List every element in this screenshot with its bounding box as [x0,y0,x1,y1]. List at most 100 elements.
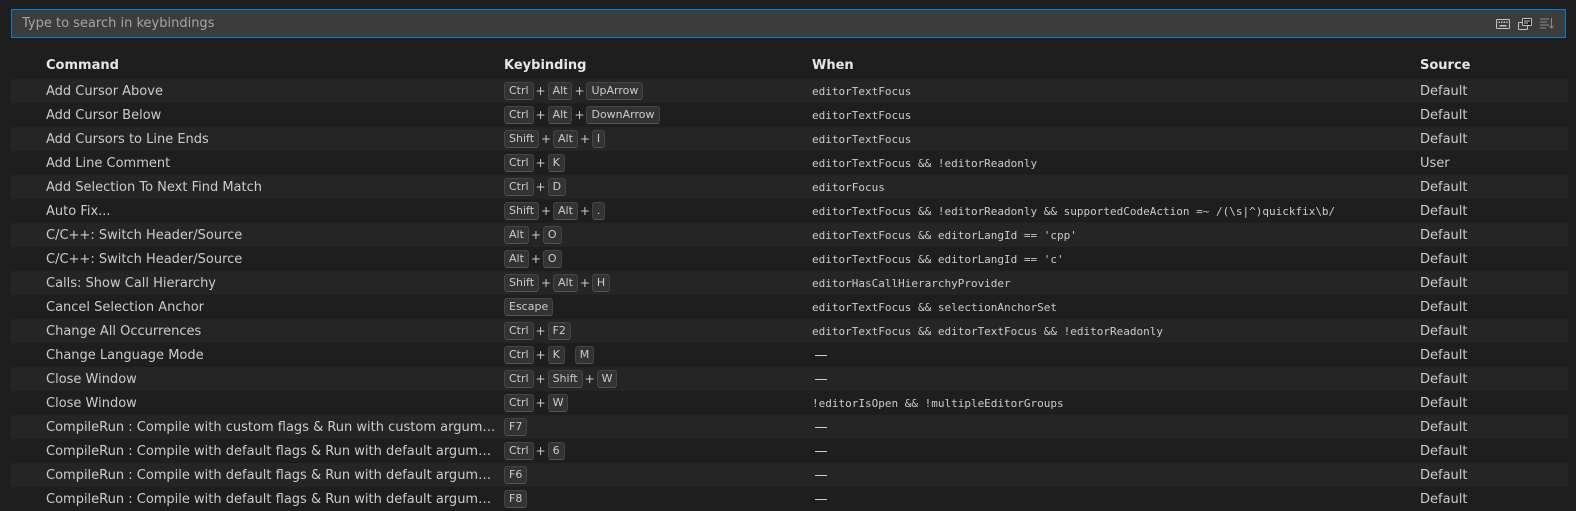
keybinding-cell[interactable]: Alt + O [504,226,804,244]
table-row[interactable]: CompileRun : Compile with default flags … [11,439,1568,463]
table-row[interactable]: Change Language Mode Ctrl + K M Default [11,343,1568,367]
source-label: Default [1420,131,1468,147]
table-row[interactable]: Calls: Show Call Hierarchy Shift + Alt + Hedi… [11,271,1568,295]
key-plus: + [574,84,585,98]
keybinding-cell[interactable]: F8 [504,490,804,508]
key-plus: + [579,276,590,290]
table-row[interactable]: CompileRun : Compile with default flags … [11,463,1568,487]
when-clause[interactable]: editorTextFocus [812,109,1412,122]
table-row[interactable]: C/C++: Switch Header/Source Alt + OeditorTe… [11,223,1568,247]
source-label: Default [1420,347,1468,363]
when-clause[interactable]: !editorIsOpen && !multipleEditorGroups [812,397,1412,410]
table-row[interactable]: Add Selection To Next Find Match Ctrl + Ded… [11,175,1568,199]
table-row[interactable]: Cancel Selection Anchor Escape editorTextF… [11,295,1568,319]
when-clause[interactable] [812,421,1412,434]
key-plus: + [535,348,546,362]
key-plus: + [535,108,546,122]
source-label: Default [1420,419,1468,435]
key-cap: W [596,370,618,388]
search-input[interactable] [12,9,1495,38]
key-cap: 6 [547,442,565,460]
key-cap: K [547,154,565,172]
table-header: Command Keybinding When Source [11,51,1568,79]
key-cap: F7 [504,418,528,436]
when-clause[interactable] [812,349,1412,362]
keybinding-cell[interactable]: F7 [504,418,804,436]
keybinding-cell[interactable]: Ctrl + Alt + UpArrow [504,82,804,100]
keybinding-cell[interactable]: Shift + Alt + H [504,274,804,292]
key-cap: W [547,394,569,412]
key-cap: Shift [504,274,540,292]
keybinding-cell[interactable]: Ctrl + Shift + W [504,370,804,388]
keyboard-icon[interactable] [1495,16,1511,32]
source-label: Default [1420,83,1468,99]
key-plus: + [579,132,590,146]
table-row[interactable]: CompileRun : Compile with custom flags &… [11,415,1568,439]
source-label: Default [1420,491,1468,507]
when-clause[interactable]: editorFocus [812,181,1412,194]
source-label: Default [1420,371,1468,387]
keybinding-cell[interactable]: Alt + O [504,250,804,268]
table-row[interactable]: Close Window Ctrl + W !editorIsOpen && !mult… [11,391,1568,415]
command-label: Cancel Selection Anchor [46,299,205,315]
record-keys-icon[interactable] [1517,16,1533,32]
table-row[interactable]: CompileRun : Compile with default flags … [11,487,1568,511]
command-label: CompileRun : Compile with custom flags &… [46,419,496,435]
when-clause[interactable]: editorTextFocus && selectionAnchorSet [812,301,1412,314]
source-label: Default [1420,251,1468,267]
table-row[interactable]: Close Window Ctrl + Shift + W Default [11,367,1568,391]
key-plus: + [535,84,546,98]
key-cap: Ctrl [504,394,534,412]
when-clause[interactable]: editorTextFocus [812,133,1412,146]
keybinding-cell[interactable]: F6 [504,466,804,484]
when-clause[interactable] [812,469,1412,482]
when-clause[interactable]: editorTextFocus && editorLangId == 'c' [812,253,1412,266]
table-row[interactable]: Add Line Comment Ctrl + KeditorTextFocus &&… [11,151,1568,175]
column-header-keybinding[interactable]: Keybinding [504,58,804,73]
table-row[interactable]: Add Cursor Above Ctrl + Alt + UpArrow editorTe… [11,79,1568,103]
when-clause[interactable]: editorTextFocus && !editorReadonly [812,157,1412,170]
keybinding-cell[interactable]: Shift + Alt + I [504,130,804,148]
sort-by-precedence-icon[interactable] [1539,16,1555,32]
keybinding-cell[interactable]: Ctrl + Alt + DownArrow [504,106,804,124]
table-row[interactable]: C/C++: Switch Header/Source Alt + O editorTe… [11,247,1568,271]
command-label: Close Window [46,395,137,411]
key-cap: Alt [547,82,573,100]
when-clause[interactable]: editorTextFocus && editorTextFocus && !e… [812,325,1412,338]
key-cap: Shift [547,370,583,388]
key-cap: F6 [504,466,528,484]
empty-when-dash [815,355,827,356]
command-label: C/C++: Switch Header/Source [46,251,243,267]
table-row[interactable]: Change All Occurrences Ctrl + F2 editorTextF… [11,319,1568,343]
command-label: Close Window [46,371,137,387]
source-label: Default [1420,299,1468,315]
when-clause[interactable]: editorHasCallHierarchyProvider [812,277,1412,290]
table-row[interactable]: Auto Fix... Shift + Alt +. editorTextFocus &&… [11,199,1568,223]
command-label: CompileRun : Compile with default flags … [46,443,496,459]
column-header-source[interactable]: Source [1420,58,1560,73]
key-cap: Alt [553,130,578,148]
key-cap: H [591,274,611,292]
keybinding-cell[interactable]: Ctrl + K M [504,346,804,364]
column-header-when[interactable]: When [812,58,1412,73]
when-clause[interactable]: editorTextFocus [812,85,1412,98]
keybinding-cell[interactable]: Ctrl + W [504,394,804,412]
keybinding-cell[interactable]: Escape [504,298,804,316]
command-label: Change Language Mode [46,347,204,363]
key-cap: Shift [504,130,540,148]
when-clause[interactable] [812,445,1412,458]
key-cap: . [591,202,606,220]
when-clause[interactable] [812,373,1412,386]
empty-when-dash [815,475,827,476]
keybinding-cell[interactable]: Shift + Alt +. [504,202,804,220]
table-row[interactable]: Add Cursor Below Ctrl + Alt + DownArrow editor… [11,103,1568,127]
keybinding-cell[interactable]: Ctrl +6 [504,442,804,460]
when-clause[interactable]: editorTextFocus && editorLangId == 'cpp' [812,229,1412,242]
keybinding-cell[interactable]: Ctrl + D [504,178,804,196]
keybinding-cell[interactable]: Ctrl + K [504,154,804,172]
keybinding-cell[interactable]: Ctrl + F2 [504,322,804,340]
table-row[interactable]: Add Cursors to Line Ends Shift + Alt + Iedito… [11,127,1568,151]
column-header-command[interactable]: Command [46,58,496,73]
key-plus: + [535,324,546,338]
when-clause[interactable]: editorTextFocus && !editorReadonly && su… [812,205,1412,218]
